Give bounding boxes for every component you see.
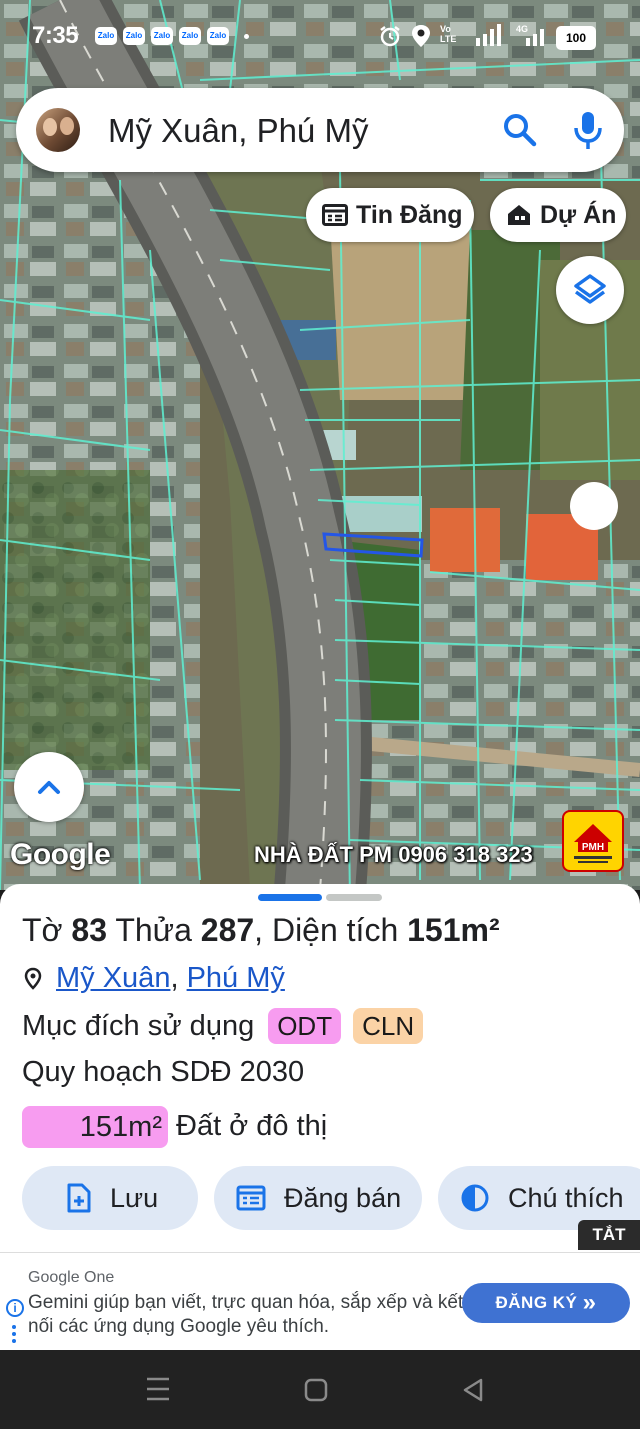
zalo-notification-icon: Zalo bbox=[151, 27, 173, 45]
back-icon[interactable] bbox=[462, 1378, 484, 1402]
lot-number: 287 bbox=[200, 912, 255, 948]
area-value: 151m² bbox=[407, 912, 500, 948]
ad-banner[interactable]: i Google One Gemini giúp bạn viết, trực … bbox=[0, 1252, 640, 1351]
hide-ads-button[interactable]: TẮT QC bbox=[578, 1220, 640, 1274]
location-separator: , bbox=[170, 962, 179, 994]
zalo-notification-icon: Zalo bbox=[179, 27, 201, 45]
expand-button[interactable] bbox=[14, 752, 84, 822]
avatar[interactable] bbox=[36, 108, 80, 152]
location-icon bbox=[412, 25, 430, 47]
menu-icon[interactable] bbox=[146, 1376, 170, 1402]
watermark: NHÀ ĐẤT PM 0906 318 323 bbox=[254, 842, 533, 867]
planning-area-tag: 151m² bbox=[22, 1106, 168, 1148]
parcel-info-sheet[interactable]: Tờ 83 Thửa 287, Diện tích 151m² Mỹ Xuân,… bbox=[0, 884, 640, 1252]
post-sale-button[interactable]: Đăng bán bbox=[214, 1166, 422, 1230]
parcel-location: Mỹ Xuân, Phú Mỹ bbox=[22, 962, 285, 995]
layers-icon bbox=[574, 274, 606, 304]
listings-chip-label: Tin Đăng bbox=[356, 200, 463, 229]
parcel-title: Tờ 83 Thửa 287, Diện tích 151m² bbox=[22, 912, 500, 949]
purpose-tag-odt[interactable]: ODT bbox=[268, 1008, 342, 1044]
location-pin-icon bbox=[24, 967, 42, 990]
more-notifications-dot bbox=[244, 34, 249, 39]
save-button-label: Lưu bbox=[110, 1182, 159, 1213]
pmh-logo: PMH bbox=[562, 810, 624, 872]
post-sale-button-label: Đăng bán bbox=[284, 1182, 402, 1213]
ad-info-icon[interactable]: i bbox=[6, 1299, 24, 1317]
alarm-icon bbox=[380, 26, 400, 47]
sheet-handle[interactable] bbox=[258, 894, 322, 901]
search-input[interactable]: Mỹ Xuân, Phú Mỹ bbox=[108, 112, 368, 150]
volte-label: Vo LTE bbox=[440, 24, 457, 44]
chevron-up-icon bbox=[38, 781, 60, 794]
purpose-label: Mục đích sử dụng bbox=[22, 1009, 255, 1042]
zalo-notification-icon: Zalo bbox=[95, 27, 117, 45]
signal-icon-2 bbox=[526, 29, 544, 46]
ad-source: Google One bbox=[28, 1269, 115, 1286]
commune-link[interactable]: Mỹ Xuân bbox=[56, 962, 170, 995]
purpose-tag-cln[interactable]: CLN bbox=[353, 1008, 424, 1044]
zalo-notification-icon: Zalo bbox=[207, 27, 229, 45]
land-use-purpose: Mục đích sử dụng ODT CLN bbox=[22, 1008, 424, 1044]
status-bar: 7:35 Zalo Zalo Zalo Zalo Zalo Vo LTE 4G … bbox=[0, 0, 640, 70]
ad-menu-icon[interactable] bbox=[12, 1325, 16, 1346]
system-nav-bar bbox=[0, 1350, 640, 1429]
search-bar[interactable]: Mỹ Xuân, Phú Mỹ bbox=[16, 88, 624, 172]
zalo-notification-icon: Zalo bbox=[123, 27, 145, 45]
town-link[interactable]: Phú Mỹ bbox=[187, 962, 285, 995]
add-file-icon bbox=[67, 1183, 91, 1213]
layers-button[interactable] bbox=[556, 256, 624, 324]
planning-description: Đất ở đô thị bbox=[176, 1110, 328, 1142]
ad-text: Gemini giúp bạn viết, trực quan hóa, sắp… bbox=[28, 1292, 464, 1337]
planning-label: Quy hoạch SDĐ 2030 bbox=[22, 1056, 305, 1088]
ad-signup-button[interactable]: ĐĂNG KÝ » bbox=[462, 1283, 630, 1323]
home-icon[interactable] bbox=[304, 1378, 328, 1402]
map-pin-dot[interactable] bbox=[570, 482, 618, 530]
calendar-list-icon bbox=[236, 1185, 266, 1211]
sheet-number: 83 bbox=[71, 912, 108, 948]
projects-chip-label: Dự Án bbox=[540, 200, 617, 229]
lot-label: Thửa bbox=[115, 912, 192, 948]
listings-chip[interactable]: Tin Đăng bbox=[306, 188, 474, 242]
search-icon[interactable] bbox=[500, 110, 540, 150]
battery-icon: 100 bbox=[556, 26, 596, 50]
projects-chip[interactable]: Dự Án bbox=[490, 188, 626, 242]
google-attribution: Google bbox=[10, 838, 111, 871]
calendar-list-icon bbox=[322, 204, 348, 226]
area-label: , Diện tích bbox=[254, 912, 399, 948]
clock: 7:35 bbox=[32, 22, 79, 49]
house-icon bbox=[508, 205, 530, 225]
chevron-double-right-icon: » bbox=[582, 1289, 597, 1316]
mic-icon[interactable] bbox=[568, 108, 608, 152]
pmh-logo-text: PMH bbox=[581, 842, 605, 853]
signal-icon bbox=[476, 24, 501, 46]
legend-button-label: Chú thích bbox=[508, 1182, 624, 1213]
sheet-label: Tờ bbox=[22, 912, 63, 948]
contrast-icon bbox=[461, 1184, 489, 1212]
ad-signup-label: ĐĂNG KÝ bbox=[495, 1293, 578, 1312]
save-button[interactable]: Lưu bbox=[22, 1166, 198, 1230]
sheet-handle-secondary[interactable] bbox=[326, 894, 382, 901]
